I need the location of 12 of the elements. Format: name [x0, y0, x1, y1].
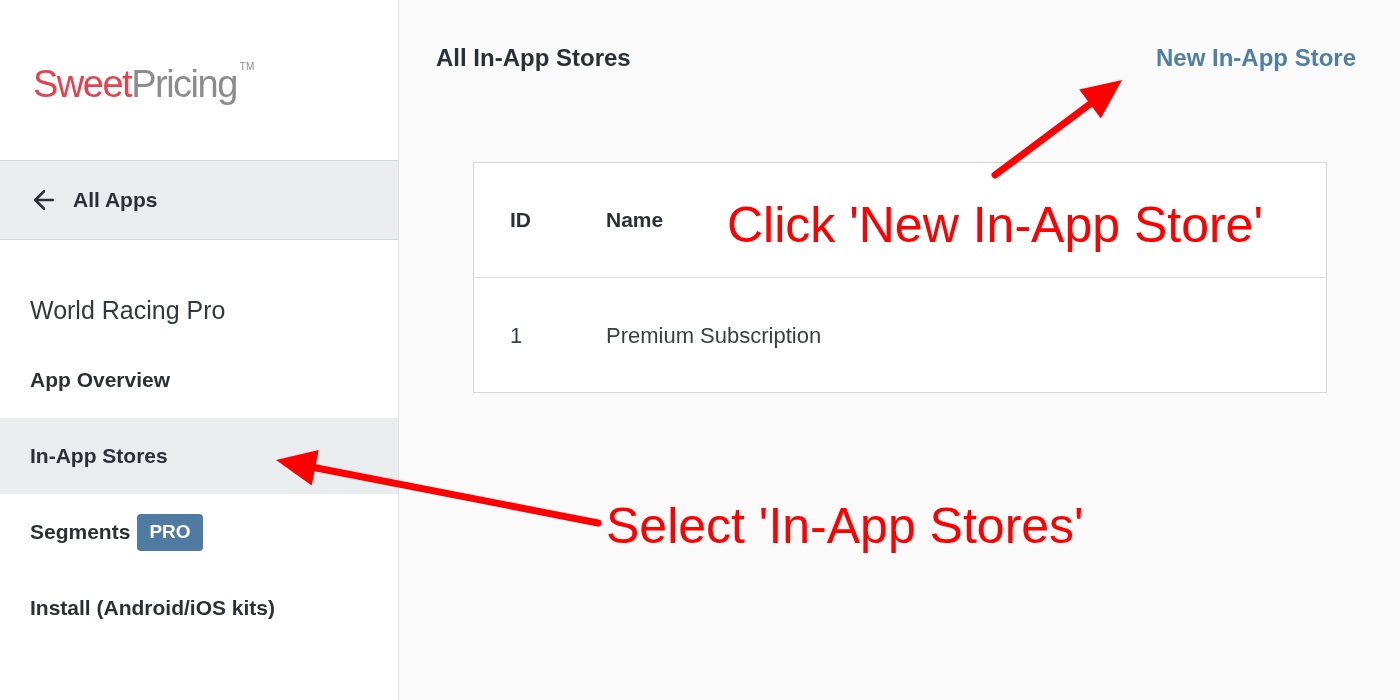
page-title: All In-App Stores	[436, 43, 631, 73]
table-cell: 1	[510, 322, 523, 348]
nav-item[interactable]: In-App Stores	[0, 418, 398, 494]
all-apps-link[interactable]: All Apps	[0, 160, 398, 240]
annotation-label: Select 'In-App Stores'	[606, 497, 1084, 555]
tier-badge: PRO	[137, 513, 203, 551]
table-cell: Premium Subscription	[606, 322, 822, 348]
annotation-label: Click 'New In-App Store'	[727, 196, 1263, 254]
table-header-cell: ID	[510, 208, 531, 232]
table-header-cell: Name	[606, 208, 664, 232]
app-name: World Racing Pro	[30, 295, 226, 326]
new-store-link[interactable]: New In-App Store	[1156, 42, 1356, 74]
